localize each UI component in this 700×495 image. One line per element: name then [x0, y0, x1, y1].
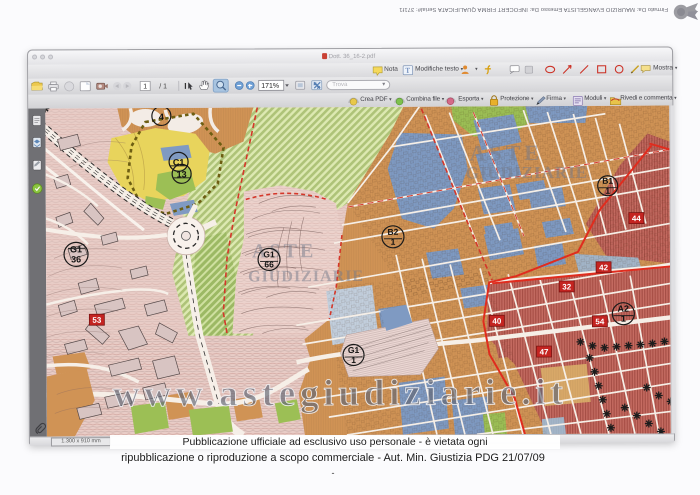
svg-text:/ 1: / 1	[159, 83, 167, 90]
svg-text:54: 54	[595, 317, 604, 326]
svg-text:32: 32	[562, 282, 571, 291]
svg-text:G1: G1	[70, 244, 82, 254]
svg-text:53: 53	[92, 316, 101, 325]
svg-text:T: T	[406, 66, 411, 75]
svg-text:1: 1	[143, 83, 147, 90]
svg-text:1: 1	[621, 314, 626, 324]
svg-text:B1: B1	[602, 176, 613, 186]
svg-text:42: 42	[599, 263, 608, 272]
svg-text:1: 1	[391, 237, 396, 247]
svg-text:40: 40	[492, 317, 501, 326]
svg-text:GIUDIZIARIE: GIUDIZIARIE	[248, 268, 364, 286]
svg-text:1: 1	[351, 355, 356, 365]
svg-text:47: 47	[540, 348, 549, 357]
svg-text:171%: 171%	[261, 83, 279, 90]
svg-text:36: 36	[71, 254, 81, 264]
svg-text:A2: A2	[618, 304, 630, 314]
svg-text:44: 44	[632, 214, 641, 223]
svg-text:1: 1	[605, 186, 610, 196]
svg-text:66: 66	[264, 259, 274, 269]
svg-text:4: 4	[159, 112, 164, 122]
svg-text:ASTE: ASTE	[469, 140, 543, 165]
svg-text:G1: G1	[263, 249, 275, 259]
svg-text:B2: B2	[387, 227, 398, 237]
svg-text:GIUDIZIARIE: GIUDIZIARIE	[466, 163, 589, 183]
svg-text:G1: G1	[348, 345, 360, 355]
svg-text:I: I	[184, 81, 186, 91]
